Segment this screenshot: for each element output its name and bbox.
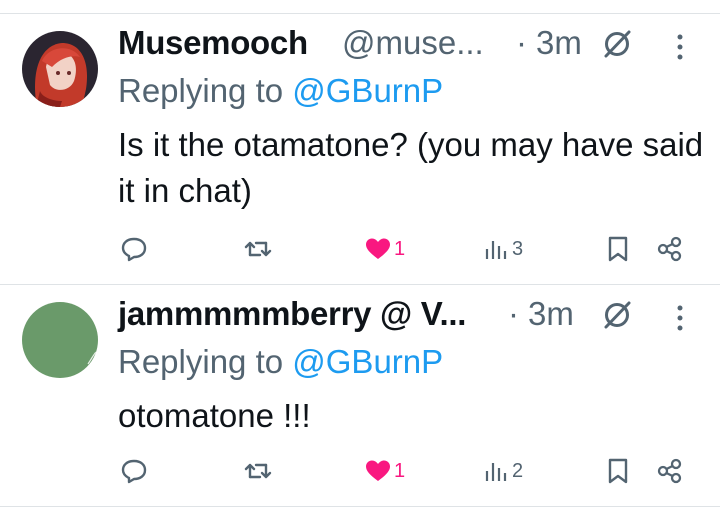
tweet-header: jammmmmberry @ V... · 3m (118, 295, 720, 335)
more-options-icon[interactable] (675, 304, 685, 334)
share-button[interactable] (656, 229, 684, 269)
mention-link[interactable]: @GBurnP (292, 343, 443, 380)
reply-feed: Musemooch @muse... · 3m Replying to @GBu… (0, 0, 720, 518)
red-haired-anime-avatar-icon (22, 31, 98, 107)
share-button[interactable] (656, 451, 684, 491)
green-circle-avatar-icon (22, 302, 98, 378)
display-name[interactable]: jammmmmberry @ V... (118, 295, 466, 333)
heart-filled-icon (366, 460, 390, 481)
tweet-header: Musemooch @muse... · 3m (118, 24, 720, 64)
timestamp[interactable]: 3m (536, 24, 582, 62)
view-count: 3 (512, 237, 524, 260)
views-chart-icon (485, 463, 507, 481)
replying-to-label: Replying to (118, 343, 293, 380)
bookmark-icon (608, 458, 628, 484)
like-button[interactable]: 1 (364, 229, 405, 269)
tweet-text: otomatone !!! (118, 397, 311, 434)
reply-tweet[interactable]: Musemooch @muse... · 3m Replying to @GBu… (0, 0, 720, 284)
grok-icon[interactable] (600, 298, 634, 332)
like-count: 1 (394, 459, 406, 482)
reply-icon (121, 237, 147, 262)
repost-button[interactable] (244, 229, 272, 269)
timestamp[interactable]: 3m (528, 295, 574, 333)
reply-button[interactable] (120, 451, 148, 491)
divider (0, 506, 720, 507)
views-button[interactable]: 2 (484, 451, 523, 491)
repost-icon (244, 241, 272, 257)
avatar[interactable] (22, 31, 98, 107)
display-name[interactable]: Musemooch (118, 24, 308, 62)
more-options-icon[interactable] (675, 33, 685, 63)
action-bar: 1 2 (0, 451, 720, 491)
mention-link[interactable]: @GBurnP (292, 72, 443, 109)
action-bar: 1 3 (0, 229, 720, 269)
replying-to: Replying to @GBurnP (118, 343, 443, 381)
repost-button[interactable] (244, 451, 272, 491)
share-icon (657, 458, 682, 484)
heart-filled-icon (366, 238, 390, 259)
separator-dot: · (516, 24, 527, 61)
like-count: 1 (394, 237, 406, 260)
bookmark-icon (608, 236, 628, 262)
grok-icon[interactable] (600, 27, 634, 61)
bookmark-button[interactable] (606, 451, 630, 491)
views-button[interactable]: 3 (484, 229, 523, 269)
reply-icon (121, 459, 147, 484)
avatar[interactable] (22, 302, 98, 378)
reply-button[interactable] (120, 229, 148, 269)
replying-to: Replying to @GBurnP (118, 72, 443, 110)
share-icon (657, 236, 682, 262)
separator-dot: · (508, 295, 519, 332)
replying-to-label: Replying to (118, 72, 293, 109)
bookmark-button[interactable] (606, 229, 630, 269)
view-count: 2 (512, 459, 524, 482)
views-chart-icon (485, 241, 507, 259)
like-button[interactable]: 1 (364, 451, 405, 491)
tweet-text: Is it the otamatone? (you may have said … (118, 126, 704, 209)
handle[interactable]: @muse... (342, 24, 484, 62)
repost-icon (244, 463, 272, 479)
reply-tweet[interactable]: jammmmmberry @ V... · 3m Replying to @GB… (0, 285, 720, 505)
